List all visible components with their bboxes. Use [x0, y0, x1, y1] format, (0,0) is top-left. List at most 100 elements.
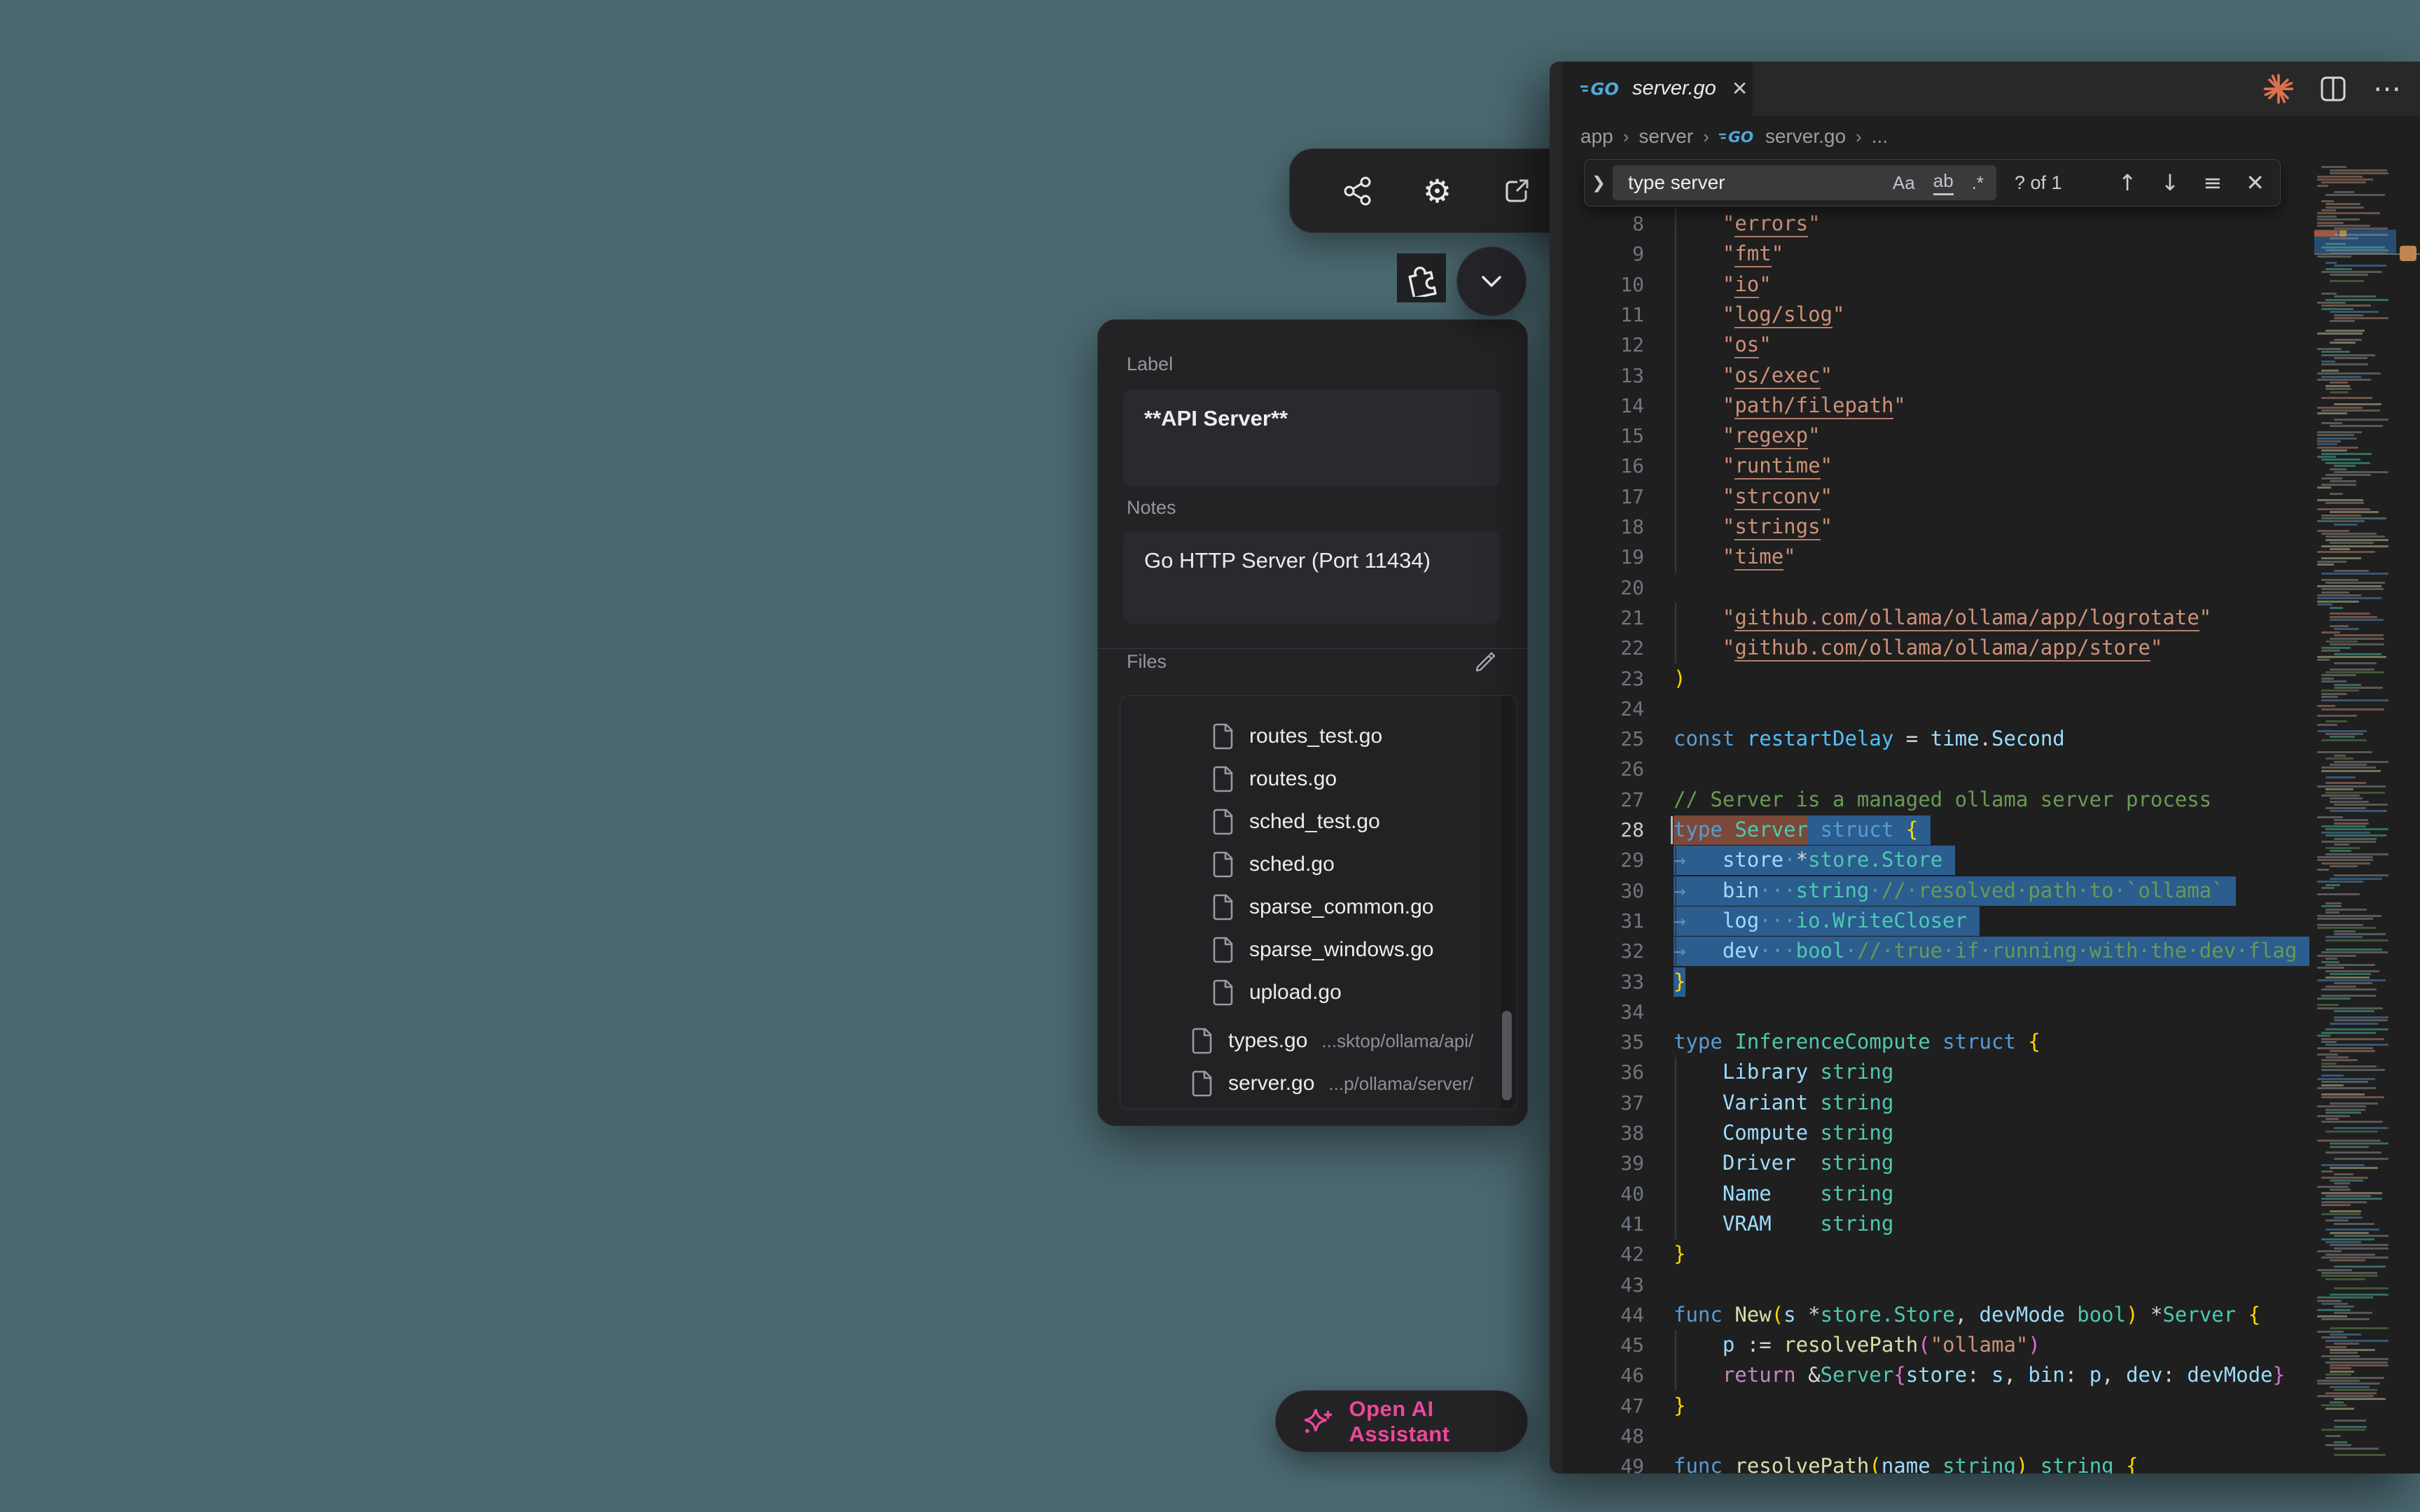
code-line-text: → dev···bool·//·true·if·running·with·the… — [1674, 936, 2297, 966]
find-expand-chevron-icon[interactable]: ❯ — [1585, 173, 1613, 193]
minimap-line — [2325, 807, 2366, 809]
code-line[interactable]: 11 "log/slog" — [1562, 300, 2314, 330]
label-field[interactable]: **API Server** — [1123, 389, 1501, 486]
code-line[interactable]: 26 — [1562, 754, 2314, 785]
code-line[interactable]: 29→ store·*store.Store — [1562, 845, 2314, 876]
code-line[interactable]: 8 "errors" — [1562, 209, 2314, 239]
code-line[interactable]: 48 — [1562, 1421, 2314, 1452]
file-item-routes_test-go[interactable]: routes_test.go — [1211, 715, 1382, 757]
code-line[interactable]: 25const restartDelay = time.Second — [1562, 724, 2314, 755]
minimap[interactable] — [2314, 158, 2396, 1474]
whole-word-toggle[interactable]: ab — [1933, 170, 1954, 195]
minimap-line — [2317, 218, 2360, 220]
share-button[interactable] — [1340, 173, 1376, 209]
code-line[interactable]: 33} — [1562, 967, 2314, 997]
file-icon — [1211, 808, 1235, 836]
code-line[interactable]: 46 return &Server{store: s, bin: p, dev:… — [1562, 1360, 2314, 1391]
find-in-selection-button[interactable]: ≡ — [2203, 169, 2222, 196]
file-item-sparse_common-go[interactable]: sparse_common.go — [1211, 886, 1433, 928]
file-item-sched-go[interactable]: sched.go — [1211, 844, 1335, 886]
code-line[interactable]: 43 — [1562, 1270, 2314, 1301]
code-line[interactable]: 15 "regexp" — [1562, 421, 2314, 451]
code-line[interactable]: 20 — [1562, 573, 2314, 603]
code-line[interactable]: 17 "strconv" — [1562, 482, 2314, 512]
find-close-button[interactable]: ✕ — [2246, 169, 2265, 196]
breadcrumb-item[interactable]: ... — [1872, 125, 1888, 148]
code-line[interactable]: 16 "runtime" — [1562, 451, 2314, 482]
minimap-line — [2325, 1109, 2365, 1111]
code-line[interactable]: 42} — [1562, 1239, 2314, 1270]
minimap-line — [2325, 1254, 2375, 1256]
breadcrumb[interactable]: app›server›GOserver.go›... — [1562, 115, 2420, 158]
overview-ruler[interactable] — [2396, 158, 2420, 1474]
breadcrumb-item[interactable]: app — [1580, 125, 1613, 148]
code-line[interactable]: 35type InferenceCompute struct { — [1562, 1027, 2314, 1058]
file-item-routes-go[interactable]: routes.go — [1211, 758, 1337, 800]
code-line[interactable]: 9 "fmt" — [1562, 239, 2314, 270]
code-line[interactable]: 13 "os/exec" — [1562, 360, 2314, 391]
files-list[interactable]: server.go...p/ollama/server/types.go...s… — [1120, 695, 1517, 1110]
code-line[interactable]: 23) — [1562, 664, 2314, 694]
code-line-text: const restartDelay = time.Second — [1674, 724, 2065, 754]
tab-close-icon[interactable]: ✕ — [1732, 77, 1748, 100]
minimap-line — [2325, 671, 2384, 673]
file-item-types-go[interactable]: types.go...sktop/ollama/api/ — [1190, 1020, 1473, 1062]
code-line[interactable]: 19 "time" — [1562, 542, 2314, 573]
code-line[interactable]: 30→ bin···string·//·resolved·path·to·`ol… — [1562, 876, 2314, 906]
match-case-toggle[interactable]: Aa — [1893, 172, 1915, 194]
minimap-line — [2330, 1352, 2358, 1354]
ai-extension-button[interactable] — [2262, 72, 2295, 106]
collapse-panel-button[interactable] — [1456, 246, 1527, 316]
open-ai-assistant-button[interactable]: Open AI Assistant — [1275, 1390, 1528, 1452]
settings-button[interactable]: ⚙ — [1419, 173, 1455, 209]
file-item-sched_test-go[interactable]: sched_test.go — [1211, 801, 1380, 843]
minimap-line — [2334, 1306, 2354, 1308]
notes-field[interactable]: Go HTTP Server (Port 11434) — [1123, 531, 1501, 624]
find-input[interactable]: type server Aa ab .* — [1613, 165, 1996, 200]
file-item-sparse_windows-go[interactable]: sparse_windows.go — [1211, 929, 1433, 971]
code-line[interactable]: 28type Server struct { — [1562, 815, 2314, 846]
file-item-upload-go[interactable]: upload.go — [1211, 972, 1342, 1014]
more-actions-button[interactable]: ⋯ — [2371, 72, 2405, 106]
code-line[interactable]: 24 — [1562, 694, 2314, 724]
edit-files-button[interactable] — [1473, 649, 1498, 674]
find-next-button[interactable]: ↓ — [2161, 169, 2180, 196]
code-line[interactable]: 10 "io" — [1562, 270, 2314, 300]
files-scrollbar-thumb[interactable] — [1502, 1011, 1512, 1100]
code-line[interactable]: 47} — [1562, 1391, 2314, 1422]
breadcrumb-item[interactable]: server — [1639, 125, 1693, 148]
code-line[interactable]: 37 Variant string — [1562, 1088, 2314, 1119]
code-line-text: "runtime" — [1674, 451, 1833, 481]
tab-server-go[interactable]: GO server.go ✕ — [1562, 62, 1753, 115]
code-line[interactable]: 45 p := resolvePath("ollama") — [1562, 1330, 2314, 1361]
code-line[interactable]: 36 Library string — [1562, 1057, 2314, 1088]
code-line[interactable]: 31→ log···io.WriteCloser — [1562, 906, 2314, 937]
open-external-button[interactable] — [1498, 173, 1535, 209]
breadcrumb-item[interactable]: server.go — [1765, 125, 1846, 148]
code-line[interactable]: 44func New(s *store.Store, devMode bool)… — [1562, 1300, 2314, 1331]
code-line[interactable]: 18 "strings" — [1562, 512, 2314, 542]
code-area[interactable]: ❯ type server Aa ab .* ? of 1 ↑ ↓ ≡ ✕ — [1562, 158, 2420, 1474]
code-content[interactable]: 8 "errors"9 "fmt"10 "io"11 "log/slog"12 … — [1562, 158, 2314, 1474]
code-line[interactable]: 49func resolvePath(name string) string { — [1562, 1451, 2314, 1474]
extension-chip[interactable] — [1397, 253, 1446, 302]
code-line[interactable]: 34 — [1562, 997, 2314, 1028]
regex-toggle[interactable]: .* — [1972, 172, 1984, 194]
code-line[interactable]: 27// Server is a managed ollama server p… — [1562, 785, 2314, 816]
code-line[interactable]: 32→ dev···bool·//·true·if·running·with·t… — [1562, 936, 2314, 967]
minimap-line — [2325, 299, 2388, 301]
file-item-server-go[interactable]: server.go...p/ollama/server/ — [1190, 1063, 1473, 1105]
code-line[interactable]: 14 "path/filepath" — [1562, 391, 2314, 421]
files-scrollbar[interactable] — [1501, 696, 1512, 1109]
code-line[interactable]: 21 "github.com/ollama/ollama/app/logrota… — [1562, 603, 2314, 634]
code-line-text: return &Server{store: s, bin: p, dev: de… — [1674, 1360, 2285, 1390]
code-line[interactable]: 22 "github.com/ollama/ollama/app/store" — [1562, 633, 2314, 664]
code-line[interactable]: 41 VRAM string — [1562, 1209, 2314, 1240]
code-line[interactable]: 39 Driver string — [1562, 1148, 2314, 1179]
minimap-line — [2317, 407, 2363, 409]
code-line[interactable]: 38 Compute string — [1562, 1118, 2314, 1149]
split-editor-button[interactable] — [2316, 72, 2350, 106]
find-previous-button[interactable]: ↑ — [2118, 169, 2137, 196]
code-line[interactable]: 12 "os" — [1562, 330, 2314, 360]
code-line[interactable]: 40 Name string — [1562, 1179, 2314, 1210]
